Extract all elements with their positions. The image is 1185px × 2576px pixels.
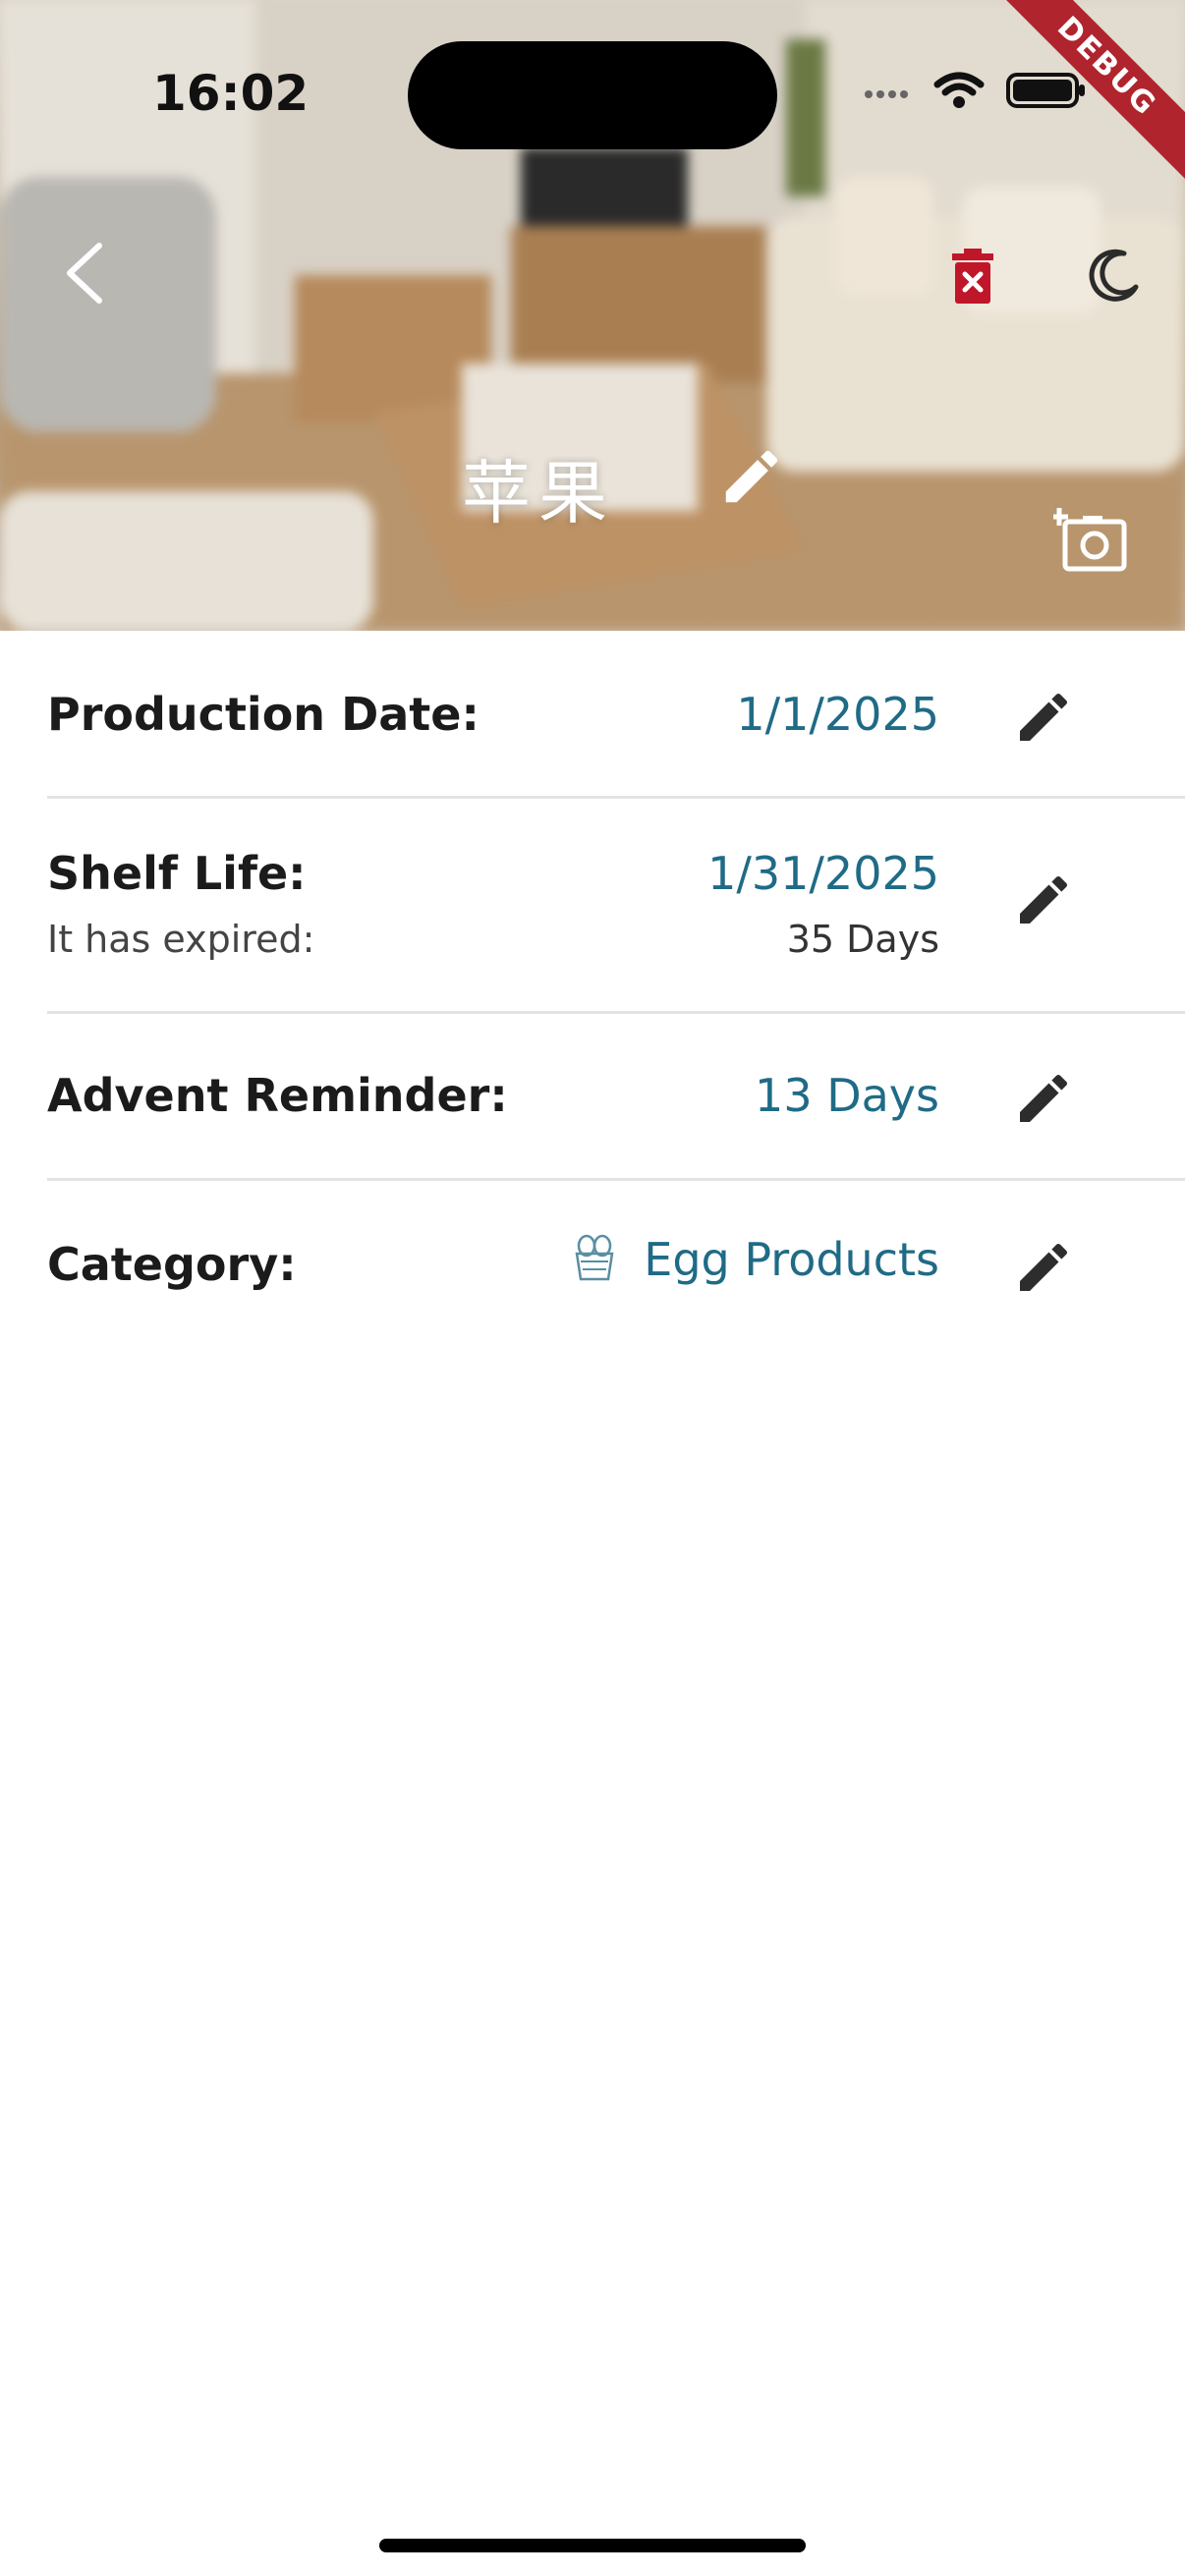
production-date-row: Production Date: 1/1/2025 bbox=[47, 678, 1185, 756]
production-date-label: Production Date: bbox=[47, 688, 480, 741]
expired-label: It has expired: bbox=[47, 918, 315, 961]
pencil-icon bbox=[1012, 875, 1075, 935]
status-icons bbox=[863, 71, 1087, 114]
dynamic-island bbox=[408, 41, 777, 149]
divider bbox=[47, 1011, 1185, 1014]
cellular-icon bbox=[863, 81, 912, 104]
pencil-icon bbox=[1012, 693, 1075, 753]
category-value-group[interactable]: Egg Products bbox=[573, 1232, 939, 1287]
advent-reminder-label: Advent Reminder: bbox=[47, 1069, 508, 1122]
edit-shelf-life-button[interactable] bbox=[1012, 868, 1075, 931]
advent-reminder-value[interactable]: 13 Days bbox=[755, 1069, 939, 1122]
camera-add-icon bbox=[1050, 504, 1128, 577]
divider bbox=[47, 796, 1185, 799]
add-photo-button[interactable] bbox=[1050, 501, 1130, 580]
moon-icon bbox=[1085, 248, 1142, 308]
divider bbox=[47, 1178, 1185, 1181]
expired-days-value: 35 Days bbox=[786, 918, 939, 961]
production-date-value[interactable]: 1/1/2025 bbox=[736, 688, 939, 741]
shelf-life-label: Shelf Life: bbox=[47, 847, 307, 900]
trash-x-icon bbox=[952, 249, 993, 308]
edit-production-date-button[interactable] bbox=[1012, 686, 1075, 749]
shelf-life-row: Shelf Life: It has expired: 1/31/2025 35… bbox=[47, 841, 1185, 969]
status-time: 16:02 bbox=[152, 65, 310, 122]
home-indicator[interactable] bbox=[379, 2539, 806, 2552]
back-button[interactable] bbox=[49, 236, 118, 314]
advent-reminder-row: Advent Reminder: 13 Days bbox=[47, 1063, 1185, 1142]
pencil-icon bbox=[1012, 1074, 1075, 1134]
battery-icon bbox=[1006, 71, 1087, 114]
wifi-icon bbox=[933, 71, 985, 114]
edit-title-button[interactable] bbox=[715, 442, 788, 515]
egg-basket-icon bbox=[573, 1232, 616, 1287]
edit-category-button[interactable] bbox=[1012, 1236, 1075, 1299]
chevron-left-icon bbox=[62, 242, 105, 308]
category-label: Category: bbox=[47, 1238, 297, 1291]
pencil-icon bbox=[1012, 1243, 1075, 1303]
pencil-icon bbox=[717, 442, 786, 515]
item-title: 苹果 bbox=[462, 453, 615, 533]
category-value: Egg Products bbox=[644, 1233, 939, 1286]
shelf-life-value[interactable]: 1/31/2025 bbox=[707, 847, 939, 900]
category-row: Category: Egg Products bbox=[47, 1232, 1185, 1311]
edit-advent-reminder-button[interactable] bbox=[1012, 1067, 1075, 1130]
theme-toggle-button[interactable] bbox=[1079, 244, 1148, 312]
delete-button[interactable] bbox=[943, 244, 1002, 312]
